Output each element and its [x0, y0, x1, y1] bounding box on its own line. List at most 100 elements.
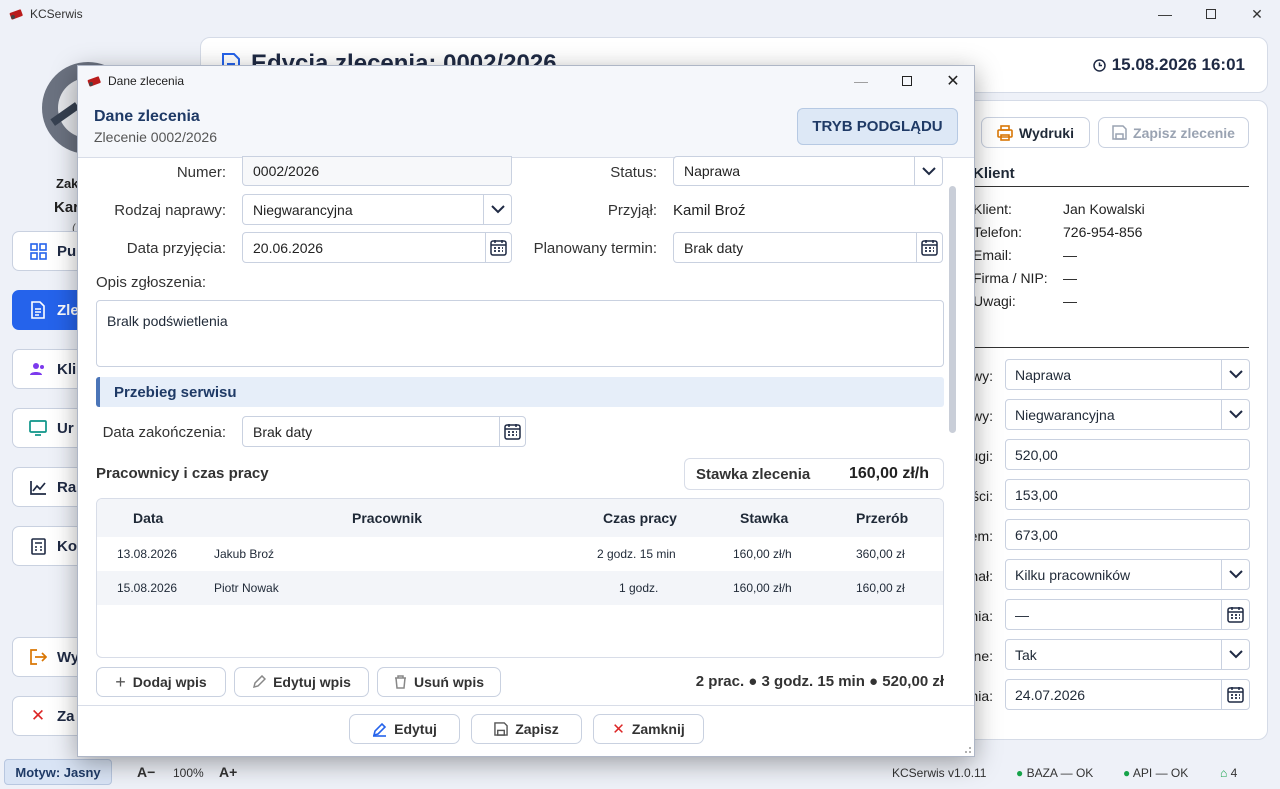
phone-label: Telefon: [973, 224, 1023, 240]
font-increase-button[interactable]: A+ [219, 764, 237, 780]
chevron-down-icon[interactable] [1221, 400, 1249, 429]
nav-label: Zle [57, 301, 79, 319]
chevron-down-icon[interactable] [1221, 640, 1249, 669]
nav-label: Ko [57, 537, 77, 555]
yes-no-select[interactable]: Tak [1005, 639, 1250, 670]
repair-type-select[interactable]: Niegwarancyjna [242, 194, 512, 225]
close-label: Zamknij [631, 721, 685, 737]
service-cost-input[interactable]: 520,00 [1005, 439, 1250, 470]
print-button[interactable]: Wydruki [981, 117, 1090, 148]
calendar-icon[interactable] [1221, 600, 1249, 629]
column-header-rate[interactable]: Stawka [740, 510, 788, 526]
main-titlebar: KCSerwis [0, 0, 1280, 28]
calendar-icon[interactable] [499, 417, 525, 446]
maximize-button[interactable] [1188, 0, 1234, 28]
column-header-time[interactable]: Czas pracy [603, 510, 677, 526]
preview-mode-badge: TRYB PODGLĄDU [797, 108, 958, 145]
rate-label: Stawka zlecenia [696, 465, 811, 483]
calendar-icon[interactable] [1221, 680, 1249, 709]
date-field[interactable]: — [1005, 599, 1250, 630]
table-header: Data Pracownik Czas pracy Stawka Przerób [97, 499, 943, 537]
work-summary: 2 prac. ● 3 godz. 15 min ● 520,00 zł [695, 673, 944, 690]
cell-output: 360,00 zł [856, 547, 905, 561]
monitor-icon [29, 419, 47, 437]
nav-label: Za [57, 707, 75, 725]
font-decrease-button[interactable]: A− [137, 764, 155, 780]
cell-time: 1 godz. [619, 581, 659, 595]
close-button[interactable]: ✕ Zamknij [593, 714, 704, 744]
field-value: 20.06.2026 [253, 239, 324, 256]
edit-entry-button[interactable]: Edytuj wpis [234, 667, 369, 697]
field-value: Brak daty [684, 239, 744, 256]
repair-type-select[interactable]: Niegwarancyjna [1005, 399, 1250, 430]
planned-date-field[interactable]: Brak daty [673, 232, 943, 263]
order-details-dialog: Dane zlecenia — ✕ Dane zlecenia Zlecenie… [77, 65, 975, 757]
form-label: ści: [972, 488, 993, 504]
total-input[interactable]: 673,00 [1005, 519, 1250, 550]
minimize-button[interactable]: — [1142, 0, 1188, 28]
theme-toggle-button[interactable]: Motyw: Jasny [4, 759, 112, 785]
column-header-output[interactable]: Przerób [856, 510, 908, 526]
parts-cost-input[interactable]: 153,00 [1005, 479, 1250, 510]
column-header-worker[interactable]: Pracownik [352, 510, 422, 526]
date-field[interactable]: 24.07.2026 [1005, 679, 1250, 710]
chevron-down-icon[interactable] [483, 195, 511, 224]
intake-date-field[interactable]: 20.06.2026 [242, 232, 512, 263]
chevron-down-icon[interactable] [1221, 560, 1249, 589]
document-icon [29, 301, 47, 319]
delete-entry-button[interactable]: Usuń wpis [377, 667, 501, 697]
table-row[interactable]: 13.08.2026 Jakub Broź 2 godz. 15 min 160… [97, 537, 943, 571]
calendar-icon[interactable] [916, 233, 942, 262]
completion-date-field[interactable]: Brak daty [242, 416, 526, 447]
cell-rate: 160,00 zł/h [733, 547, 792, 561]
column-header-date[interactable]: Data [133, 510, 163, 526]
workers-section-title: Pracownicy i czas pracy [96, 465, 269, 482]
close-icon: ✕ [612, 721, 625, 738]
minimize-icon: — [1158, 6, 1172, 22]
description-textarea[interactable]: Bralk podświetlenia [96, 300, 944, 367]
dialog-close-button[interactable]: ✕ [930, 66, 976, 96]
cell-time: 2 godz. 15 min [597, 547, 676, 561]
field-value: Naprawa [1015, 366, 1072, 383]
calculator-icon [29, 537, 47, 555]
dialog-maximize-button[interactable] [884, 66, 930, 96]
save-icon [1112, 125, 1127, 140]
close-window-button[interactable]: ✕ [1234, 0, 1280, 28]
cell-worker: Jakub Broź [214, 547, 275, 561]
close-icon: ✕ [1251, 5, 1263, 22]
email-label: Email: [973, 247, 1012, 263]
service-section-title: Przebieg serwisu [96, 377, 944, 407]
connections-count: ⌂ 4 [1220, 766, 1238, 780]
minimize-icon: — [854, 73, 868, 89]
chevron-down-icon[interactable] [1221, 360, 1249, 389]
status-select[interactable]: Naprawa [1005, 359, 1250, 390]
dialog-minimize-button[interactable]: — [838, 66, 884, 96]
resize-grip-icon[interactable] [962, 744, 972, 754]
add-entry-button[interactable]: + Dodaj wpis [96, 667, 226, 697]
printer-icon [997, 124, 1013, 141]
edit-button[interactable]: Edytuj [349, 714, 460, 744]
email-value: — [1063, 247, 1077, 263]
number-field[interactable]: 0002/2026 [242, 156, 512, 186]
received-by-label: Przyjął: [607, 202, 657, 219]
assigned-select[interactable]: Kilku pracowników [1005, 559, 1250, 590]
repair-type-label: Rodzaj naprawy: [114, 202, 226, 219]
users-icon [29, 360, 47, 378]
print-label: Wydruki [1019, 124, 1074, 141]
number-label: Numer: [176, 164, 226, 181]
dialog-heading: Dane zlecenia [94, 108, 200, 125]
status-select[interactable]: Naprawa [673, 156, 943, 186]
save-button[interactable]: Zapisz [471, 714, 582, 744]
company-name-line1: Zak [56, 176, 79, 191]
company-name-line2: Kar [54, 199, 80, 216]
chart-icon [29, 478, 47, 496]
save-icon [494, 722, 508, 736]
dialog-scrollbar[interactable] [949, 186, 956, 433]
planned-label: Planowany termin: [533, 240, 657, 257]
field-value: Niegwarancyjna [1015, 406, 1115, 423]
chevron-down-icon[interactable] [914, 157, 942, 186]
table-row[interactable]: 15.08.2026 Piotr Nowak 1 godz. 160,00 zł… [97, 571, 943, 605]
calendar-icon[interactable] [485, 233, 511, 262]
save-order-button[interactable]: Zapisz zlecenie [1098, 117, 1249, 148]
save-label: Zapisz [515, 721, 559, 737]
